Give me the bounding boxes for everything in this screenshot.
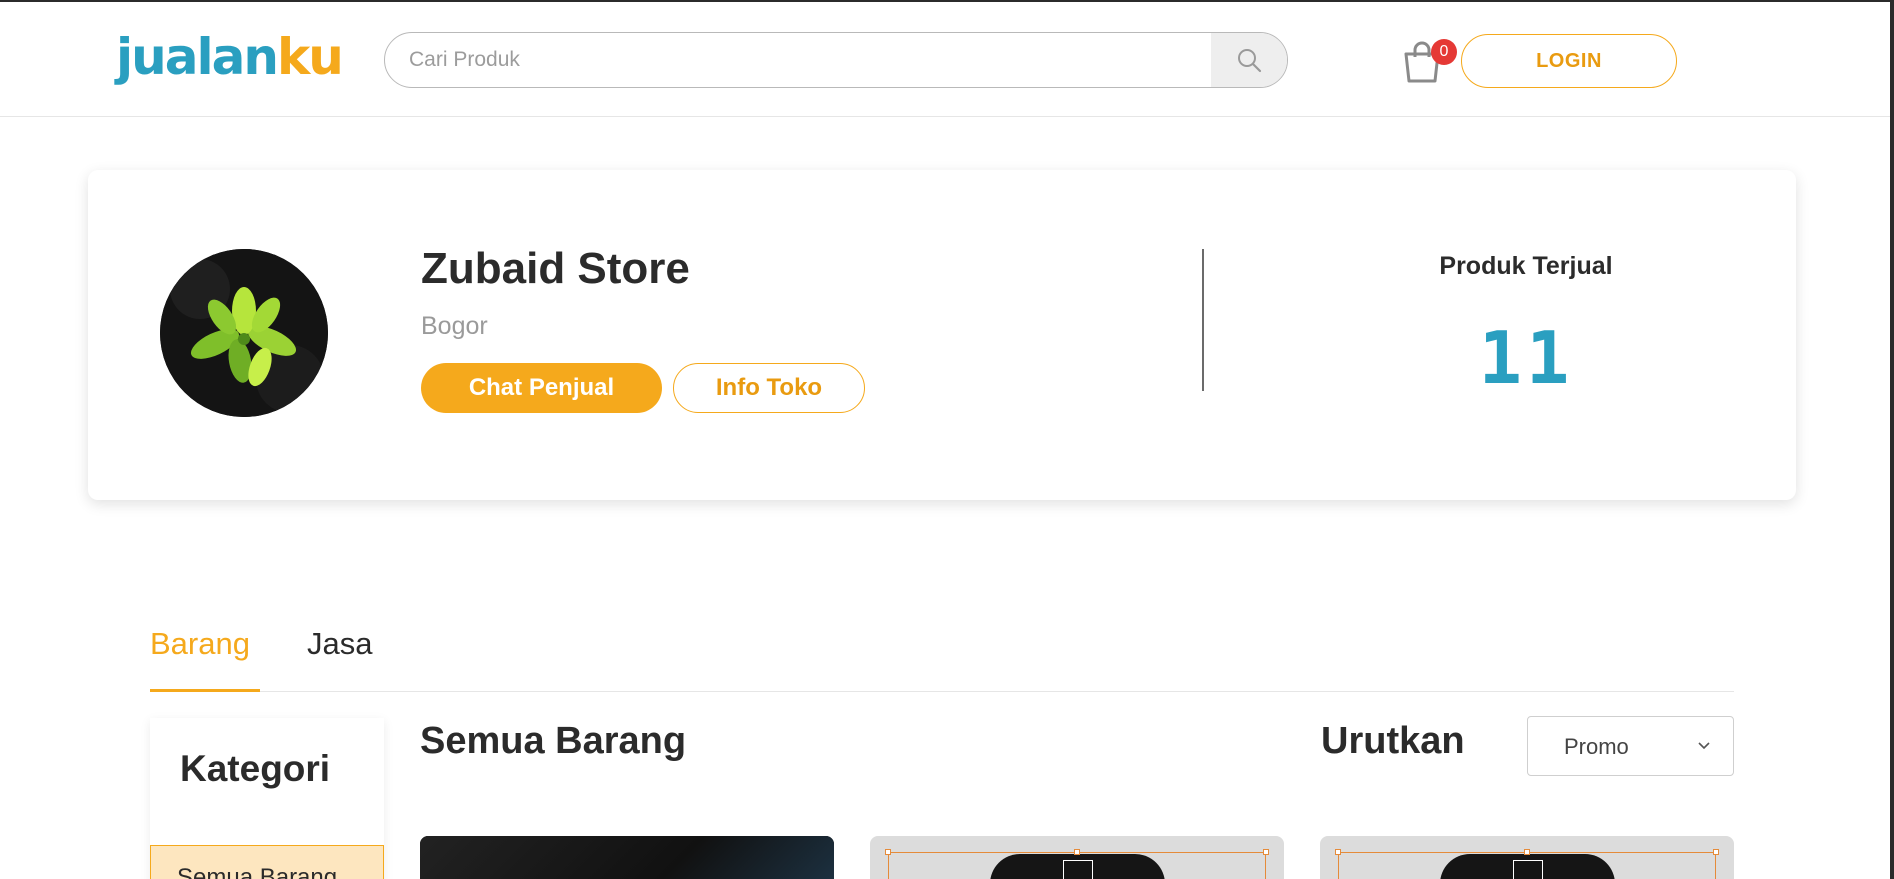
plant-avatar-image [160, 249, 328, 417]
search-bar [384, 32, 1288, 88]
store-location: Bogor [421, 312, 488, 340]
search-button[interactable] [1211, 33, 1287, 87]
frame-handle [1335, 849, 1341, 855]
cart-count-badge: 0 [1431, 39, 1457, 65]
logo-text-accent: ku [276, 28, 344, 86]
product-card[interactable] [420, 836, 834, 879]
category-item-semua-barang[interactable]: Semua Barang [150, 845, 384, 879]
category-sidebar: Kategori Semua Barang [150, 718, 384, 879]
active-tab-indicator [150, 689, 260, 692]
search-icon [1238, 49, 1262, 73]
vertical-divider [1202, 249, 1204, 391]
product-image-frame [1338, 852, 1716, 879]
sort-selected-value: Promo [1564, 734, 1629, 759]
product-image [420, 836, 834, 879]
product-card[interactable] [1320, 836, 1734, 879]
chat-seller-button[interactable]: Chat Penjual [421, 363, 662, 413]
store-avatar [160, 249, 328, 417]
catalog-tabs: Barang Jasa [150, 620, 1734, 692]
product-image-frame [888, 852, 1266, 879]
product-card[interactable] [870, 836, 1284, 879]
sort-label: Urutkan [1321, 720, 1465, 762]
page-scrollbar[interactable] [1890, 2, 1894, 879]
store-profile-card: Zubaid Store Bogor Chat Penjual Info Tok… [88, 170, 1796, 500]
jualanku-logo[interactable]: jualanku [116, 28, 344, 86]
store-info-button[interactable]: Info Toko [673, 363, 865, 413]
search-input[interactable] [385, 33, 1211, 87]
site-header: jualanku 0 LOGIN [0, 2, 1890, 117]
frame-handle [885, 849, 891, 855]
tab-jasa[interactable]: Jasa [307, 626, 372, 662]
logo-text-primary: jualan [116, 28, 279, 86]
products-sold-value: 11 [1478, 316, 1574, 400]
scrollbar-thumb[interactable] [1890, 2, 1894, 879]
frame-handle [1074, 849, 1080, 855]
login-button[interactable]: LOGIN [1461, 34, 1677, 88]
frame-handle [1524, 849, 1530, 855]
frame-handle [1713, 849, 1719, 855]
chevron-down-icon [1698, 742, 1710, 750]
products-section-title: Semua Barang [420, 720, 687, 762]
store-name: Zubaid Store [421, 244, 690, 293]
frame-handle [1263, 849, 1269, 855]
sort-dropdown[interactable]: Promo [1527, 716, 1734, 776]
category-title: Kategori [180, 748, 331, 789]
products-sold-label: Produk Terjual [1439, 252, 1613, 280]
tab-barang[interactable]: Barang [150, 626, 250, 662]
